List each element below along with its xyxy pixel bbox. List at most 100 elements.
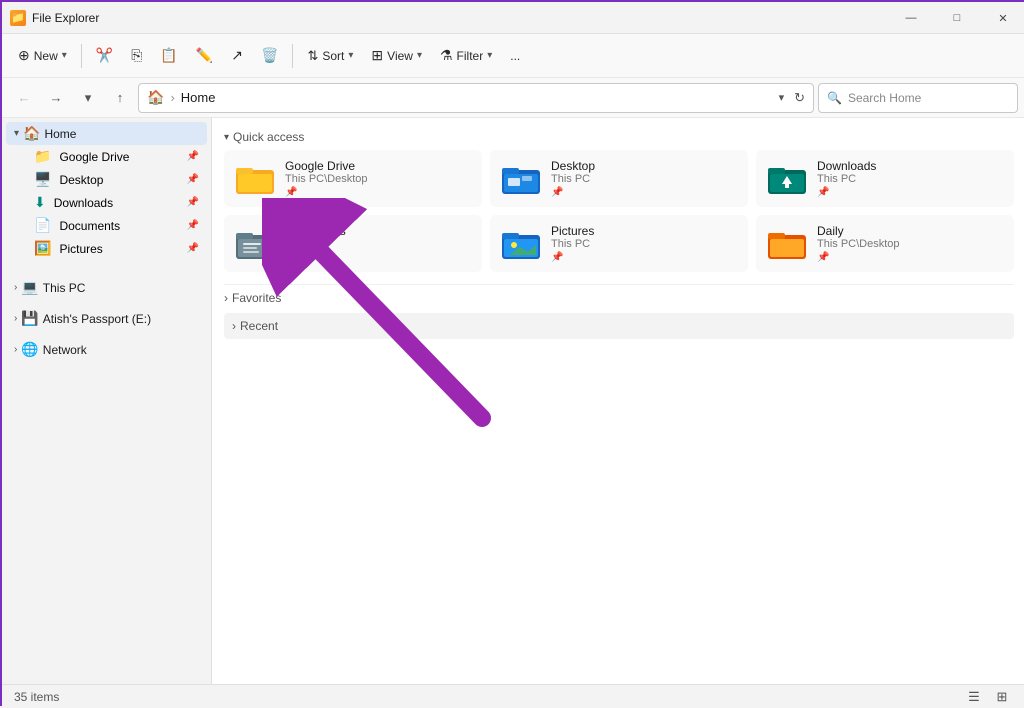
folder-card-documents[interactable]: Documents This PC 📌 (224, 215, 482, 272)
folder-name-daily: Daily (817, 224, 1003, 238)
desktop-icon: 🖥️ (34, 171, 51, 188)
forward-button[interactable]: → (42, 84, 70, 112)
refresh-icon[interactable]: ↻ (794, 90, 805, 106)
details-view-button[interactable]: ☰ (962, 687, 986, 707)
more-button[interactable]: ... (502, 45, 528, 67)
pictures-folder-icon (501, 226, 541, 262)
folder-card-daily[interactable]: Daily This PC\Desktop 📌 (756, 215, 1014, 272)
sidebar-label-this-pc: This PC (43, 281, 86, 295)
path-separator: › (170, 90, 174, 105)
pin-icon-4: 📌 (187, 220, 199, 231)
sidebar-label-desktop: Desktop (59, 173, 178, 187)
home-chevron-icon: ▾ (14, 128, 19, 139)
this-pc-icon: 💻 (21, 279, 38, 296)
paste-button[interactable]: 📋 (152, 43, 185, 68)
sidebar-passport[interactable]: › 💾 Atish's Passport (E:) (6, 307, 207, 330)
share-button[interactable]: ↗ (223, 43, 251, 68)
view-button[interactable]: ⊞ View ▾ (363, 43, 430, 68)
quick-access-header[interactable]: ▾ Quick access (224, 126, 1014, 150)
recent-locations-button[interactable]: ▾ (74, 84, 102, 112)
folder-name-desktop: Desktop (551, 159, 737, 173)
folder-pin-google-drive: 📌 (285, 187, 471, 198)
new-chevron-icon: ▾ (62, 50, 67, 61)
copy-button[interactable]: ⎘ (123, 43, 150, 68)
search-box[interactable]: 🔍 Search Home (818, 83, 1018, 113)
delete-button[interactable]: 🗑️ (253, 43, 286, 68)
folder-path-documents: This PC (285, 238, 471, 250)
back-button[interactable]: ← (10, 84, 38, 112)
sidebar-item-google-drive[interactable]: 📁 Google Drive 📌 (6, 145, 207, 168)
up-button[interactable]: ↑ (106, 84, 134, 112)
home-icon: 🏠 (147, 89, 164, 106)
pictures-icon: 🖼️ (34, 240, 51, 257)
search-placeholder: Search Home (848, 91, 921, 105)
sidebar-item-desktop[interactable]: 🖥️ Desktop 📌 (6, 168, 207, 191)
window-controls: — □ ✕ (888, 2, 1024, 34)
address-dropdown-icon[interactable]: ▾ (779, 91, 785, 104)
folder-info-downloads: Downloads This PC 📌 (817, 159, 1003, 198)
app-icon: 📁 (10, 10, 26, 26)
folder-card-downloads[interactable]: Downloads This PC 📌 (756, 150, 1014, 207)
quick-access-chevron-icon: ▾ (224, 132, 229, 143)
cut-button[interactable]: ✂️ (88, 43, 121, 68)
sidebar-label-documents: Documents (59, 219, 178, 233)
address-box[interactable]: 🏠 › Home ▾ ↻ (138, 83, 814, 113)
sort-button[interactable]: ⇅ Sort ▾ (299, 44, 361, 68)
folder-card-google-drive[interactable]: Google Drive This PC\Desktop 📌 (224, 150, 482, 207)
network-icon: 🌐 (21, 341, 38, 358)
folder-info-desktop: Desktop This PC 📌 (551, 159, 737, 198)
sidebar-label-passport: Atish's Passport (E:) (43, 312, 151, 326)
grid-view-button[interactable]: ⊞ (990, 687, 1014, 707)
minimize-button[interactable]: — (888, 2, 934, 34)
rename-icon: ✏️ (196, 47, 213, 64)
filter-chevron-icon: ▾ (487, 50, 492, 61)
rename-button[interactable]: ✏️ (188, 43, 221, 68)
new-button[interactable]: ⊕ New ▾ (10, 43, 75, 68)
view-toggles: ☰ ⊞ (962, 687, 1014, 707)
sidebar-network[interactable]: › 🌐 Network (6, 338, 207, 361)
pin-icon-5: 📌 (187, 243, 199, 254)
folder-card-desktop[interactable]: Desktop This PC 📌 (490, 150, 748, 207)
this-pc-chevron-icon: › (14, 282, 17, 293)
copy-icon: ⎘ (131, 47, 142, 64)
folder-card-pictures[interactable]: Pictures This PC 📌 (490, 215, 748, 272)
folder-path-desktop: This PC (551, 173, 737, 185)
favorites-label: Favorites (232, 291, 281, 305)
filter-button[interactable]: ⚗ Filter ▾ (432, 43, 500, 68)
sort-chevron-icon: ▾ (348, 50, 353, 61)
maximize-button[interactable]: □ (934, 2, 980, 34)
folder-path-pictures: This PC (551, 238, 737, 250)
recent-section[interactable]: › Recent (224, 313, 1014, 339)
sidebar-item-downloads[interactable]: ⬇ Downloads 📌 (6, 191, 207, 214)
recent-chevron-icon: › (232, 319, 236, 333)
app-title: File Explorer (32, 11, 99, 25)
sidebar: ▾ 🏠 Home 📁 Google Drive 📌 🖥️ Desktop 📌 ⬇… (2, 118, 212, 684)
favorites-section[interactable]: › Favorites (224, 284, 1014, 309)
path-text: Home (181, 90, 216, 105)
folder-info-daily: Daily This PC\Desktop 📌 (817, 224, 1003, 263)
folder-name-google-drive: Google Drive (285, 159, 471, 173)
share-icon: ↗ (231, 47, 243, 64)
folder-path-daily: This PC\Desktop (817, 238, 1003, 250)
downloads-icon: ⬇ (34, 194, 46, 211)
quick-access-grid: Google Drive This PC\Desktop 📌 (224, 150, 1014, 272)
view-chevron-icon: ▾ (417, 50, 422, 61)
sidebar-this-pc[interactable]: › 💻 This PC (6, 276, 207, 299)
folder-path-downloads: This PC (817, 173, 1003, 185)
sidebar-home[interactable]: ▾ 🏠 Home (6, 122, 207, 145)
toolbar-separator-2 (292, 44, 293, 68)
close-button[interactable]: ✕ (980, 2, 1024, 34)
toolbar: ⊕ New ▾ ✂️ ⎘ 📋 ✏️ ↗ 🗑️ ⇅ Sort ▾ ⊞ View ▾… (2, 34, 1024, 78)
google-drive-folder-icon (235, 161, 275, 197)
toolbar-separator (81, 44, 82, 68)
home-icon-sidebar: 🏠 (23, 125, 40, 142)
network-chevron-icon: › (14, 344, 17, 355)
sidebar-item-documents[interactable]: 📄 Documents 📌 (6, 214, 207, 237)
folder-pin-pictures: 📌 (551, 252, 737, 263)
pin-icon-3: 📌 (187, 197, 199, 208)
folder-info-pictures: Pictures This PC 📌 (551, 224, 737, 263)
folder-info-google-drive: Google Drive This PC\Desktop 📌 (285, 159, 471, 198)
sidebar-item-pictures[interactable]: 🖼️ Pictures 📌 (6, 237, 207, 260)
filter-icon: ⚗ (440, 47, 453, 64)
address-bar-row: ← → ▾ ↑ 🏠 › Home ▾ ↻ 🔍 Search Home (2, 78, 1024, 118)
